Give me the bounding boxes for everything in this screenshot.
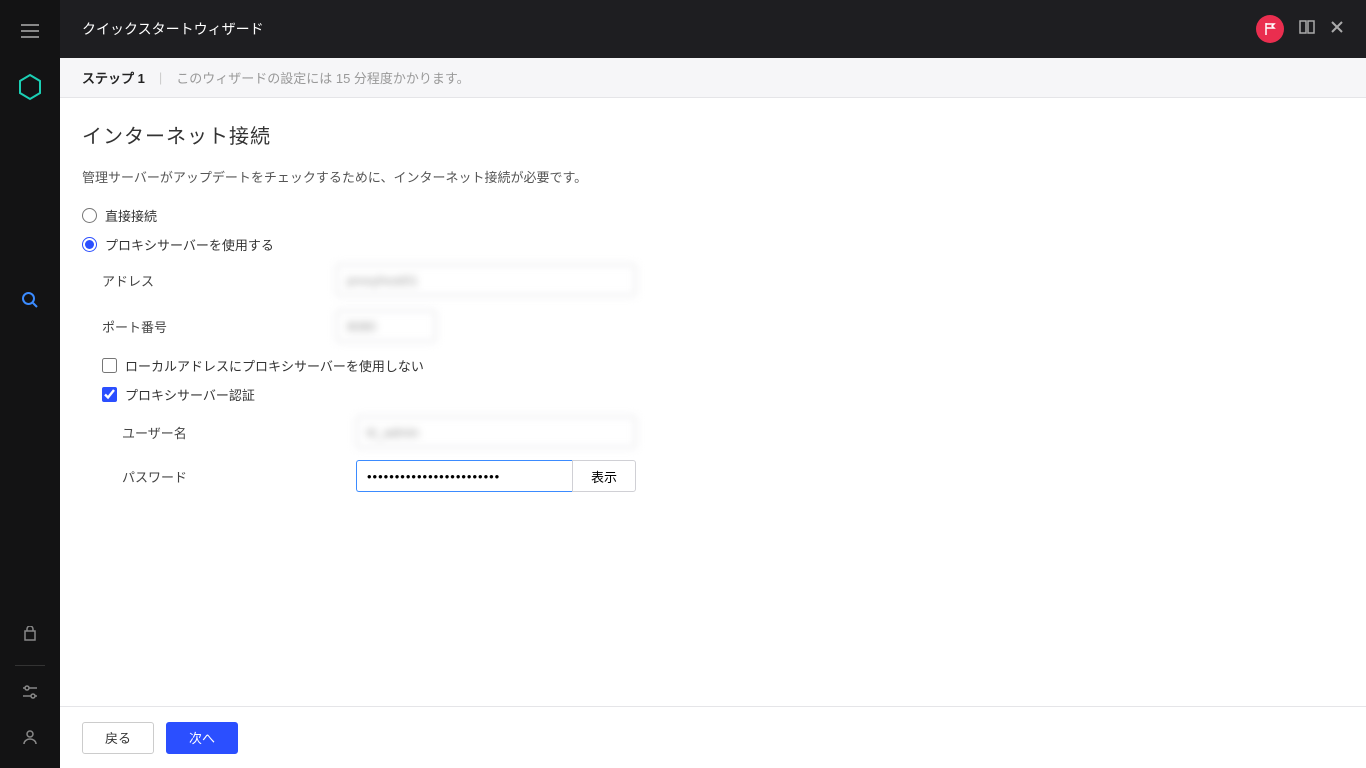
proxy-auth-checkbox[interactable] xyxy=(102,387,117,402)
step-desc: このウィザードの設定には 15 分程度かかります。 xyxy=(176,68,469,87)
username-input[interactable] xyxy=(356,416,636,448)
bag-icon[interactable] xyxy=(22,626,38,647)
footer-bar: 戻る 次へ xyxy=(60,706,1366,768)
port-input[interactable] xyxy=(336,310,436,342)
bypass-local-checkbox[interactable] xyxy=(102,358,117,373)
address-input[interactable] xyxy=(336,264,636,296)
radio-proxy-row[interactable]: プロキシサーバーを使用する xyxy=(82,235,1344,254)
sliders-icon[interactable] xyxy=(22,684,38,705)
left-rail xyxy=(0,0,60,768)
back-button[interactable]: 戻る xyxy=(82,722,154,754)
page-description: 管理サーバーがアップデートをチェックするために、インターネット接続が必要です。 xyxy=(82,167,1344,186)
step-bar: ステップ 1 | このウィザードの設定には 15 分程度かかります。 xyxy=(60,58,1366,98)
radio-proxy[interactable] xyxy=(82,237,97,252)
page-title: インターネット接続 xyxy=(82,120,1344,149)
close-icon[interactable] xyxy=(1330,20,1344,39)
book-icon[interactable] xyxy=(1298,19,1316,40)
hamburger-icon[interactable] xyxy=(21,24,39,43)
main-panel: クイックスタートウィザード ステップ 1 | このウィザードの設定には 15 分… xyxy=(60,0,1366,768)
step-label: ステップ 1 xyxy=(82,68,145,87)
bypass-local-label: ローカルアドレスにプロキシサーバーを使用しない xyxy=(125,356,424,375)
port-label: ポート番号 xyxy=(102,317,336,336)
password-label: パスワード xyxy=(122,467,356,486)
proxy-auth-label: プロキシサーバー認証 xyxy=(125,385,255,404)
user-icon[interactable] xyxy=(22,729,38,750)
step-divider: | xyxy=(159,70,162,85)
top-bar-title: クイックスタートウィザード xyxy=(82,19,264,39)
radio-direct-label: 直接接続 xyxy=(105,206,157,225)
password-input[interactable] xyxy=(356,460,572,492)
address-label: アドレス xyxy=(102,271,336,290)
content-area: インターネット接続 管理サーバーがアップデートをチェックするために、インターネッ… xyxy=(60,98,1366,706)
show-password-button[interactable]: 表示 xyxy=(572,460,636,492)
search-icon[interactable] xyxy=(21,291,39,314)
bypass-local-row[interactable]: ローカルアドレスにプロキシサーバーを使用しない xyxy=(102,356,1344,375)
radio-direct[interactable] xyxy=(82,208,97,223)
flag-button[interactable] xyxy=(1256,15,1284,43)
top-bar: クイックスタートウィザード xyxy=(60,0,1366,58)
proxy-auth-row[interactable]: プロキシサーバー認証 xyxy=(102,385,1344,404)
username-label: ユーザー名 xyxy=(122,423,356,442)
app-logo-icon xyxy=(16,73,44,101)
next-button[interactable]: 次へ xyxy=(166,722,238,754)
radio-proxy-label: プロキシサーバーを使用する xyxy=(105,235,274,254)
radio-direct-row[interactable]: 直接接続 xyxy=(82,206,1344,225)
